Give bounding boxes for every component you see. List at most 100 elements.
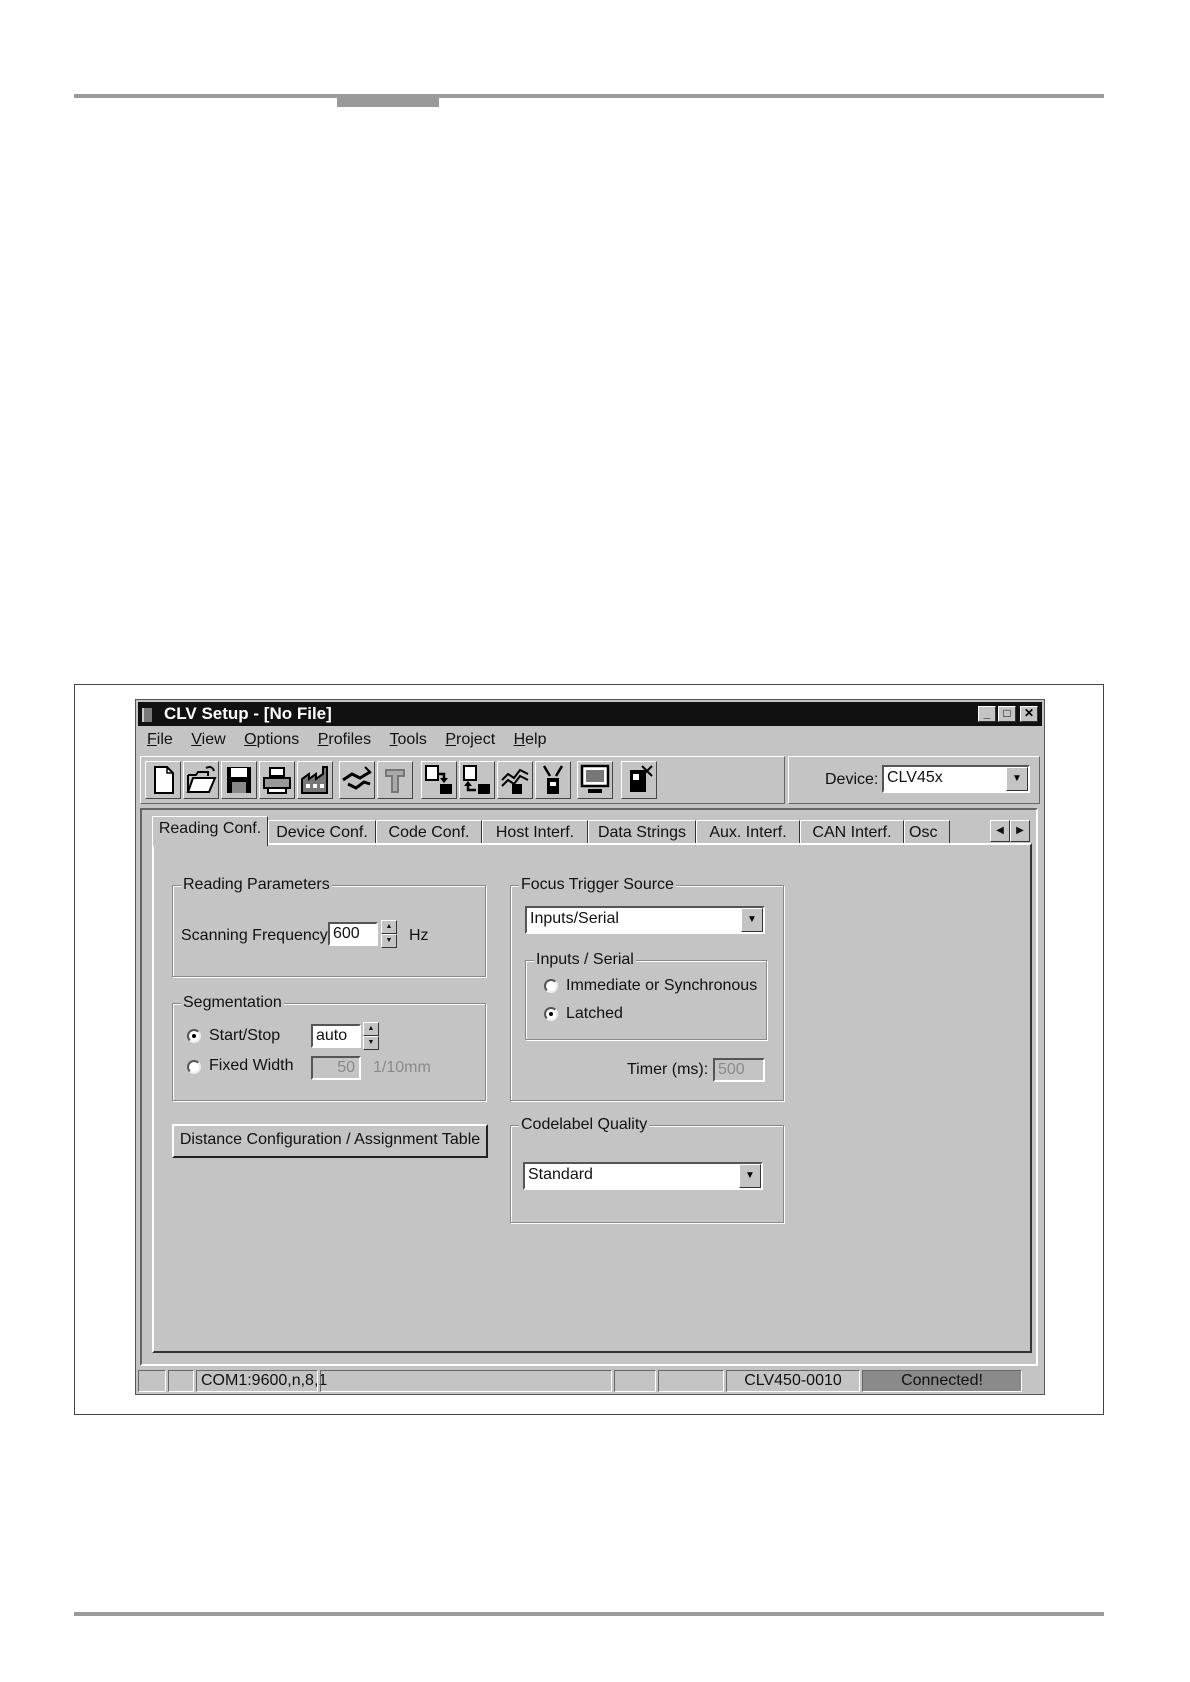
spin-up-icon[interactable]: ▲ (363, 1022, 379, 1036)
app-icon (142, 708, 152, 722)
title-bar: CLV Setup - [No File] _ □ ✕ (138, 702, 1042, 726)
menu-tools[interactable]: Tools (383, 728, 434, 752)
clv-setup-window: CLV Setup - [No File] _ □ ✕ File View Op… (135, 699, 1045, 1395)
menu-view[interactable]: View (184, 728, 232, 752)
new-file-icon (154, 766, 174, 794)
tab-host-interf[interactable]: Host Interf. (482, 820, 588, 844)
save-button[interactable] (221, 761, 257, 799)
focus-trigger-value: Inputs/Serial (530, 910, 619, 927)
tab-reading-conf[interactable]: Reading Conf. (152, 816, 268, 846)
fixed-width-input: 50 (311, 1056, 361, 1080)
tab-device-conf[interactable]: Device Conf. (268, 820, 376, 844)
device-info-button[interactable] (621, 761, 657, 799)
spin-down-icon[interactable]: ▼ (363, 1036, 379, 1050)
page-header-rule (74, 94, 1104, 98)
handshake-icon (342, 766, 372, 790)
start-stop-radio[interactable] (187, 1029, 201, 1043)
factory-icon (301, 766, 328, 794)
close-button[interactable]: ✕ (1020, 706, 1038, 722)
open-folder-icon (186, 766, 217, 793)
focus-trigger-source-title: Focus Trigger Source (519, 875, 676, 895)
chevron-down-icon[interactable]: ▼ (739, 1164, 761, 1188)
segmentation-title: Segmentation (181, 993, 284, 1013)
chevron-down-icon[interactable]: ▼ (1006, 767, 1028, 791)
upload-from-device-button[interactable] (459, 761, 495, 799)
scanning-frequency-unit: Hz (409, 927, 429, 944)
status-device: CLV450-0010 (726, 1370, 860, 1392)
terminal-button[interactable] (577, 761, 613, 799)
menu-help[interactable]: Help (507, 728, 554, 752)
monitor-icon (580, 764, 610, 793)
scanning-frequency-spinner[interactable]: ▲ ▼ (381, 920, 397, 948)
fixed-width-radio[interactable] (187, 1060, 201, 1074)
latched-label: Latched (566, 1005, 623, 1022)
tab-can-interf[interactable]: CAN Interf. (800, 820, 904, 844)
menu-options[interactable]: Options (237, 728, 306, 752)
factory-defaults-button[interactable] (297, 761, 333, 799)
toolbar (140, 756, 785, 804)
tab-scroll-left-icon[interactable]: ◀ (990, 820, 1010, 842)
save-disk-icon (227, 767, 251, 793)
spin-up-icon[interactable]: ▲ (381, 920, 397, 934)
tab-aux-interf[interactable]: Aux. Interf. (696, 820, 800, 844)
print-button[interactable] (259, 761, 295, 799)
tab-strip: Reading Conf. Device Conf. Code Conf. Ho… (152, 816, 1032, 846)
minimize-button[interactable]: _ (978, 706, 996, 722)
window-title: CLV Setup - [No File] (164, 704, 332, 723)
chart-icon (501, 768, 529, 794)
inputs-serial-title: Inputs / Serial (534, 950, 636, 970)
inputs-serial-group: Inputs / Serial Immediate or Synchronous… (525, 950, 767, 1040)
immediate-synchronous-radio[interactable] (544, 979, 558, 993)
tab-scroll-right-icon[interactable]: ▶ (1010, 820, 1030, 842)
latched-radio[interactable] (544, 1007, 558, 1021)
reading-parameters-title: Reading Parameters (181, 875, 332, 895)
codelabel-quality-title: Codelabel Quality (519, 1115, 650, 1135)
status-cell-1 (138, 1370, 166, 1392)
device-select[interactable]: CLV45x ▼ (882, 765, 1030, 793)
upload-from-device-icon (463, 765, 490, 794)
segmentation-group: Segmentation Start/Stop auto ▲ ▼ Fixed W… (172, 993, 486, 1101)
status-cell-2 (168, 1370, 194, 1392)
codelabel-quality-group: Codelabel Quality Standard ▼ (510, 1115, 784, 1223)
open-file-button[interactable] (183, 761, 219, 799)
status-connection: Connected! (862, 1370, 1022, 1392)
immediate-synchronous-label: Immediate or Synchronous (566, 977, 758, 994)
page-header-tab-marker (337, 96, 439, 107)
tab-code-conf[interactable]: Code Conf. (376, 820, 482, 844)
start-stop-input[interactable]: auto (311, 1024, 361, 1048)
start-stop-spinner[interactable]: ▲ ▼ (363, 1022, 379, 1050)
new-file-button[interactable] (145, 761, 181, 799)
status-bar: COM1:9600,n,8,1 CLV450-0010 Connected! (138, 1370, 1042, 1392)
menu-profiles[interactable]: Profiles (311, 728, 378, 752)
download-to-device-icon (425, 765, 452, 794)
chevron-down-icon[interactable]: ▼ (741, 908, 763, 932)
plug-icon (542, 765, 564, 794)
plug-button[interactable] (535, 761, 571, 799)
status-cell-4 (658, 1370, 724, 1392)
disconnect-button[interactable] (377, 761, 413, 799)
menu-project[interactable]: Project (438, 728, 502, 752)
download-to-device-button[interactable] (421, 761, 457, 799)
status-cell-3 (614, 1370, 656, 1392)
menu-file[interactable]: File (140, 728, 180, 752)
menu-bar: File View Options Profiles Tools Project… (140, 728, 554, 752)
tab-osc[interactable]: Osc (904, 820, 950, 844)
device-label: Device: (825, 771, 879, 788)
focus-trigger-select[interactable]: Inputs/Serial ▼ (525, 906, 765, 934)
main-client-area: Reading Conf. Device Conf. Code Conf. Ho… (140, 808, 1038, 1366)
reading-conf-panel: Reading Parameters Scanning Frequency 60… (152, 843, 1032, 1353)
codelabel-quality-select[interactable]: Standard ▼ (523, 1162, 763, 1190)
scanning-frequency-label: Scanning Frequency (181, 927, 328, 944)
maximize-button[interactable]: □ (998, 706, 1016, 722)
tab-data-strings[interactable]: Data Strings (588, 820, 696, 844)
device-select-value: CLV45x (887, 769, 943, 786)
scanning-frequency-input[interactable]: 600 (328, 922, 378, 946)
distance-configuration-button[interactable]: Distance Configuration / Assignment Tabl… (172, 1124, 488, 1158)
spin-down-icon[interactable]: ▼ (381, 934, 397, 948)
connect-button[interactable] (339, 761, 375, 799)
status-port: COM1:9600,n,8,1 (196, 1370, 327, 1392)
fixed-width-label: Fixed Width (209, 1057, 294, 1074)
device-selector-area: Device: CLV45x ▼ (788, 756, 1040, 804)
print-icon (263, 767, 291, 794)
chart-button[interactable] (497, 761, 533, 799)
